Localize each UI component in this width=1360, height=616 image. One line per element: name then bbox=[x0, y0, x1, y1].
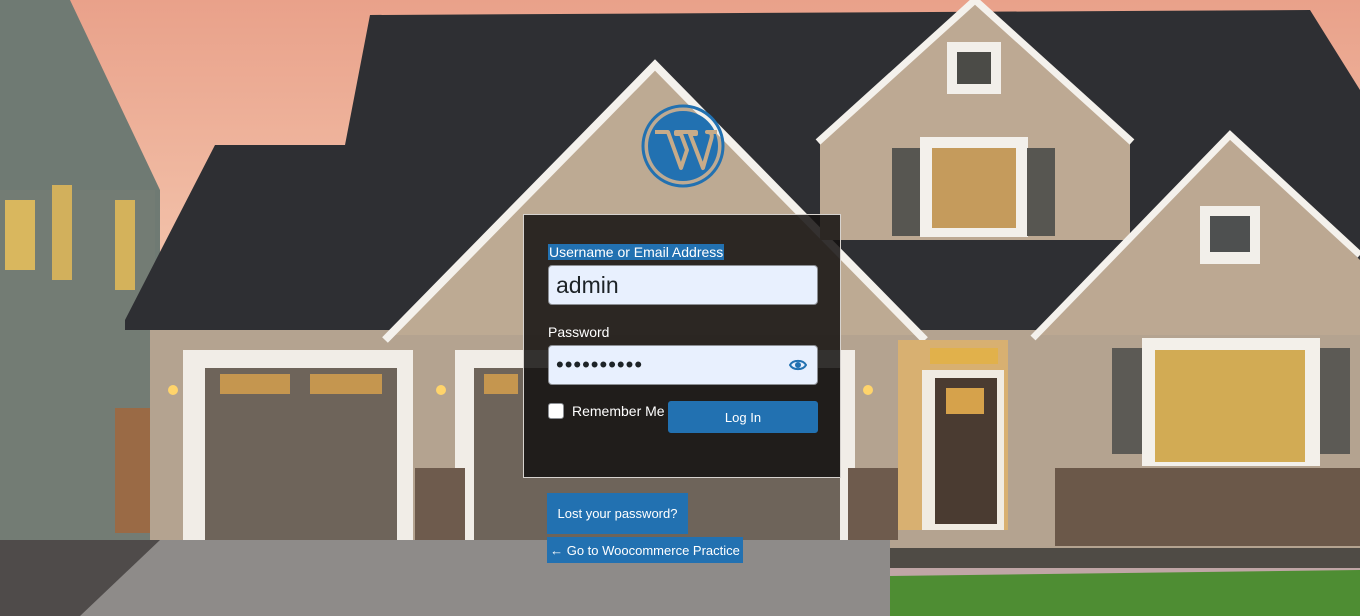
username-value: admin bbox=[556, 271, 619, 298]
login-form: Username or Email Address admin Password… bbox=[523, 214, 841, 478]
username-label: Username or Email Address bbox=[548, 244, 725, 260]
login-button[interactable]: Log In bbox=[668, 401, 818, 433]
password-input[interactable]: •••••••••• bbox=[548, 345, 818, 385]
password-label: Password bbox=[548, 324, 610, 340]
back-to-site-link[interactable]: ← Go to Woocommerce Practice bbox=[547, 537, 743, 563]
remember-me-checkbox[interactable] bbox=[548, 403, 564, 419]
eye-icon[interactable] bbox=[789, 358, 807, 372]
remember-me-label: Remember Me bbox=[572, 403, 665, 419]
username-input[interactable]: admin bbox=[548, 265, 818, 305]
password-value: •••••••••• bbox=[556, 352, 644, 377]
lost-password-link[interactable]: Lost your password? bbox=[547, 493, 688, 534]
remember-me: Remember Me bbox=[548, 403, 665, 419]
wordpress-logo-icon[interactable] bbox=[641, 104, 725, 188]
